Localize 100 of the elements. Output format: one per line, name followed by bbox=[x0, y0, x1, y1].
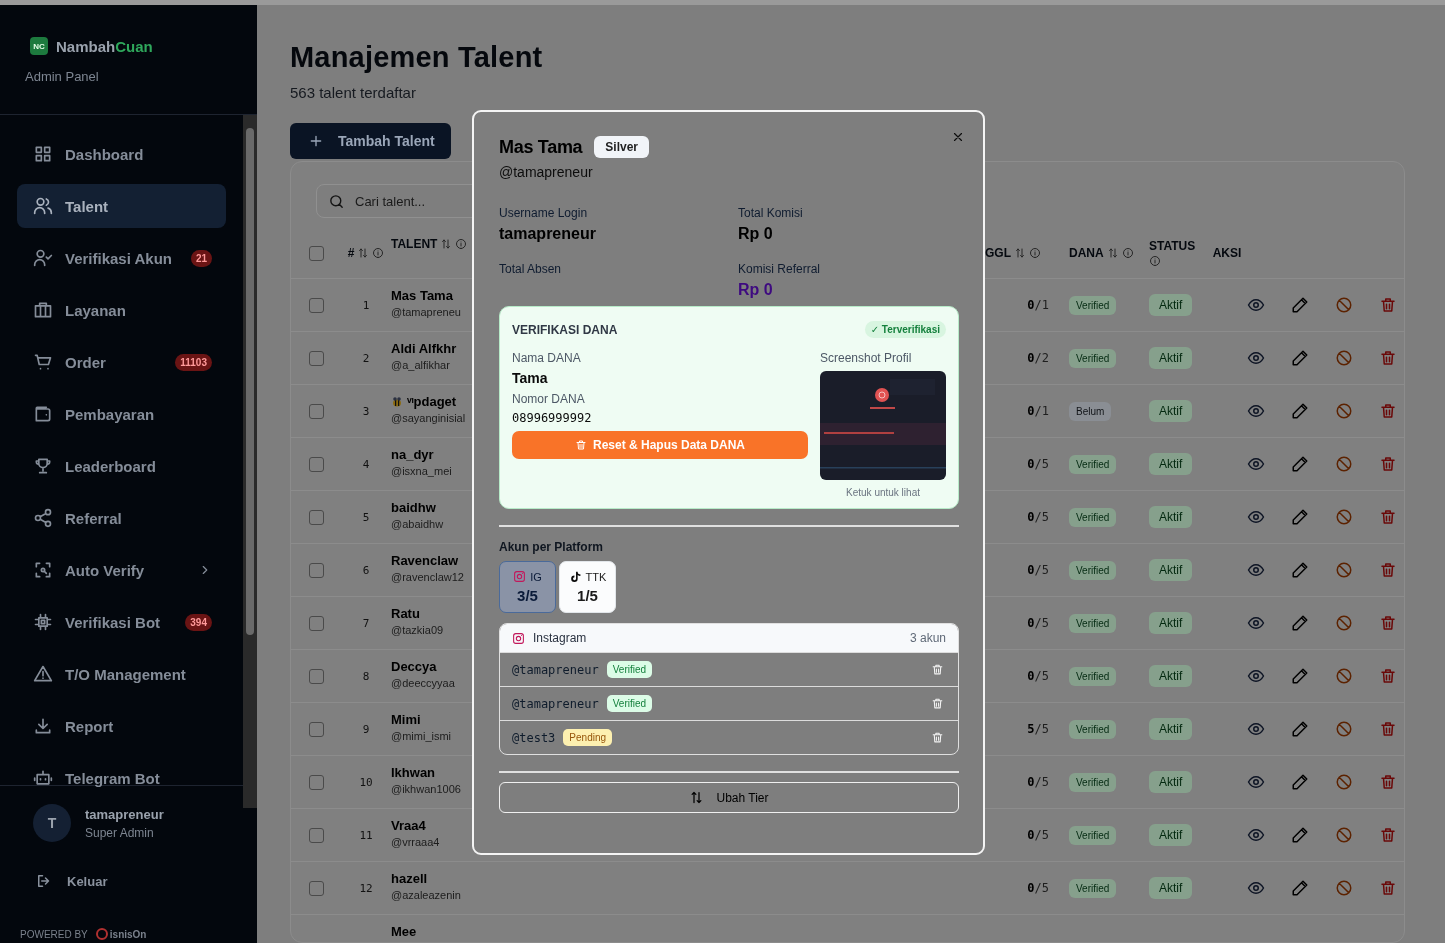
block-icon[interactable] bbox=[1335, 508, 1353, 526]
edit-icon[interactable] bbox=[1291, 773, 1309, 791]
close-icon[interactable] bbox=[951, 130, 965, 144]
sort-icon[interactable] bbox=[357, 247, 370, 259]
block-icon[interactable] bbox=[1335, 720, 1353, 738]
delete-icon[interactable] bbox=[1379, 296, 1397, 314]
view-icon[interactable] bbox=[1247, 349, 1265, 367]
delete-icon[interactable] bbox=[931, 663, 944, 676]
field-value: 08996999992 bbox=[512, 411, 593, 425]
checkbox[interactable] bbox=[308, 774, 324, 790]
column-header[interactable]: TALENT bbox=[391, 237, 438, 251]
delete-icon[interactable] bbox=[1379, 561, 1397, 579]
view-icon[interactable] bbox=[1247, 402, 1265, 420]
platform-tab[interactable]: TTK 1/5 bbox=[559, 561, 616, 613]
sort-icon[interactable] bbox=[440, 238, 453, 250]
add-talent-button[interactable]: Tambah Talent bbox=[290, 123, 451, 159]
edit-icon[interactable] bbox=[1291, 349, 1309, 367]
view-icon[interactable] bbox=[1247, 773, 1265, 791]
platform-name: Instagram bbox=[533, 631, 588, 645]
sort-icon[interactable] bbox=[1014, 247, 1026, 259]
checkbox[interactable] bbox=[308, 350, 324, 366]
block-icon[interactable] bbox=[1335, 296, 1353, 314]
block-icon[interactable] bbox=[1335, 455, 1353, 473]
column-header[interactable]: GGL bbox=[985, 246, 1011, 260]
edit-icon[interactable] bbox=[1291, 455, 1309, 473]
nav-item[interactable]: Report bbox=[17, 704, 226, 748]
checkbox[interactable] bbox=[308, 668, 324, 684]
delete-icon[interactable] bbox=[1379, 349, 1397, 367]
block-icon[interactable] bbox=[1335, 879, 1353, 897]
block-icon[interactable] bbox=[1335, 614, 1353, 632]
nav-item[interactable]: Auto Verify bbox=[17, 548, 226, 592]
edit-icon[interactable] bbox=[1291, 614, 1309, 632]
nav-item[interactable]: Verifikasi Bot 394 bbox=[17, 600, 226, 644]
nav-item[interactable]: Leaderboard bbox=[17, 444, 226, 488]
nav-item[interactable]: Layanan bbox=[17, 288, 226, 332]
change-tier-button[interactable]: Ubah Tier bbox=[499, 782, 959, 813]
edit-icon[interactable] bbox=[1291, 561, 1309, 579]
delete-icon[interactable] bbox=[1379, 508, 1397, 526]
delete-icon[interactable] bbox=[1379, 614, 1397, 632]
checkbox[interactable] bbox=[308, 456, 324, 472]
block-icon[interactable] bbox=[1335, 773, 1353, 791]
logout-link[interactable]: Keluar bbox=[35, 872, 125, 890]
view-icon[interactable] bbox=[1247, 667, 1265, 685]
delete-icon[interactable] bbox=[1379, 667, 1397, 685]
delete-icon[interactable] bbox=[1379, 773, 1397, 791]
delete-icon[interactable] bbox=[1379, 402, 1397, 420]
column-header[interactable]: DANA bbox=[1069, 246, 1104, 260]
platform-tab[interactable]: IG 3/5 bbox=[499, 561, 556, 613]
block-icon[interactable] bbox=[1335, 826, 1353, 844]
checkbox[interactable] bbox=[308, 721, 324, 737]
block-icon[interactable] bbox=[1335, 667, 1353, 685]
column-header[interactable]: AKSI bbox=[1212, 246, 1242, 260]
delete-icon[interactable] bbox=[1379, 826, 1397, 844]
nav-item[interactable]: T/O Management bbox=[17, 652, 226, 696]
view-icon[interactable] bbox=[1247, 720, 1265, 738]
nav-item[interactable]: Pembayaran bbox=[17, 392, 226, 436]
checkbox[interactable] bbox=[308, 403, 324, 419]
nav-item[interactable]: Order 11103 bbox=[17, 340, 226, 384]
view-icon[interactable] bbox=[1247, 614, 1265, 632]
view-icon[interactable] bbox=[1247, 508, 1265, 526]
delete-icon[interactable] bbox=[1379, 455, 1397, 473]
checkbox[interactable] bbox=[308, 245, 324, 261]
edit-icon[interactable] bbox=[1291, 826, 1309, 844]
scrollbar[interactable] bbox=[243, 115, 257, 808]
scan-icon bbox=[33, 560, 53, 580]
edit-icon[interactable] bbox=[1291, 402, 1309, 420]
view-icon[interactable] bbox=[1247, 826, 1265, 844]
column-header[interactable]: # bbox=[347, 246, 355, 260]
sort-icon[interactable] bbox=[1106, 247, 1119, 259]
talent-name: Mas Tama bbox=[391, 288, 453, 303]
edit-icon[interactable] bbox=[1291, 667, 1309, 685]
edit-icon[interactable] bbox=[1291, 296, 1309, 314]
checkbox[interactable] bbox=[308, 615, 324, 631]
block-icon[interactable] bbox=[1335, 402, 1353, 420]
nav-item[interactable]: Referral bbox=[17, 496, 226, 540]
checkbox[interactable] bbox=[308, 562, 324, 578]
delete-icon[interactable] bbox=[1379, 720, 1397, 738]
delete-icon[interactable] bbox=[931, 731, 944, 744]
talent-handle: @ikhwan1006 bbox=[391, 783, 462, 795]
checkbox[interactable] bbox=[308, 297, 324, 313]
block-icon[interactable] bbox=[1335, 349, 1353, 367]
nav-item[interactable]: Talent bbox=[17, 184, 226, 228]
view-icon[interactable] bbox=[1247, 879, 1265, 897]
nav-item[interactable]: Verifikasi Akun 21 bbox=[17, 236, 226, 280]
edit-icon[interactable] bbox=[1291, 720, 1309, 738]
view-icon[interactable] bbox=[1247, 455, 1265, 473]
checkbox[interactable] bbox=[308, 509, 324, 525]
delete-icon[interactable] bbox=[1379, 879, 1397, 897]
view-icon[interactable] bbox=[1247, 561, 1265, 579]
account-status-badge: Verified bbox=[606, 695, 653, 712]
checkbox[interactable] bbox=[308, 827, 324, 843]
edit-icon[interactable] bbox=[1291, 879, 1309, 897]
nav-item[interactable]: Dashboard bbox=[17, 132, 226, 176]
checkbox[interactable] bbox=[308, 880, 324, 896]
edit-icon[interactable] bbox=[1291, 508, 1309, 526]
column-header[interactable]: STATUS bbox=[1149, 239, 1196, 253]
nav-item[interactable]: Telegram Bot bbox=[17, 756, 226, 800]
view-icon[interactable] bbox=[1247, 296, 1265, 314]
block-icon[interactable] bbox=[1335, 561, 1353, 579]
delete-icon[interactable] bbox=[931, 697, 944, 710]
